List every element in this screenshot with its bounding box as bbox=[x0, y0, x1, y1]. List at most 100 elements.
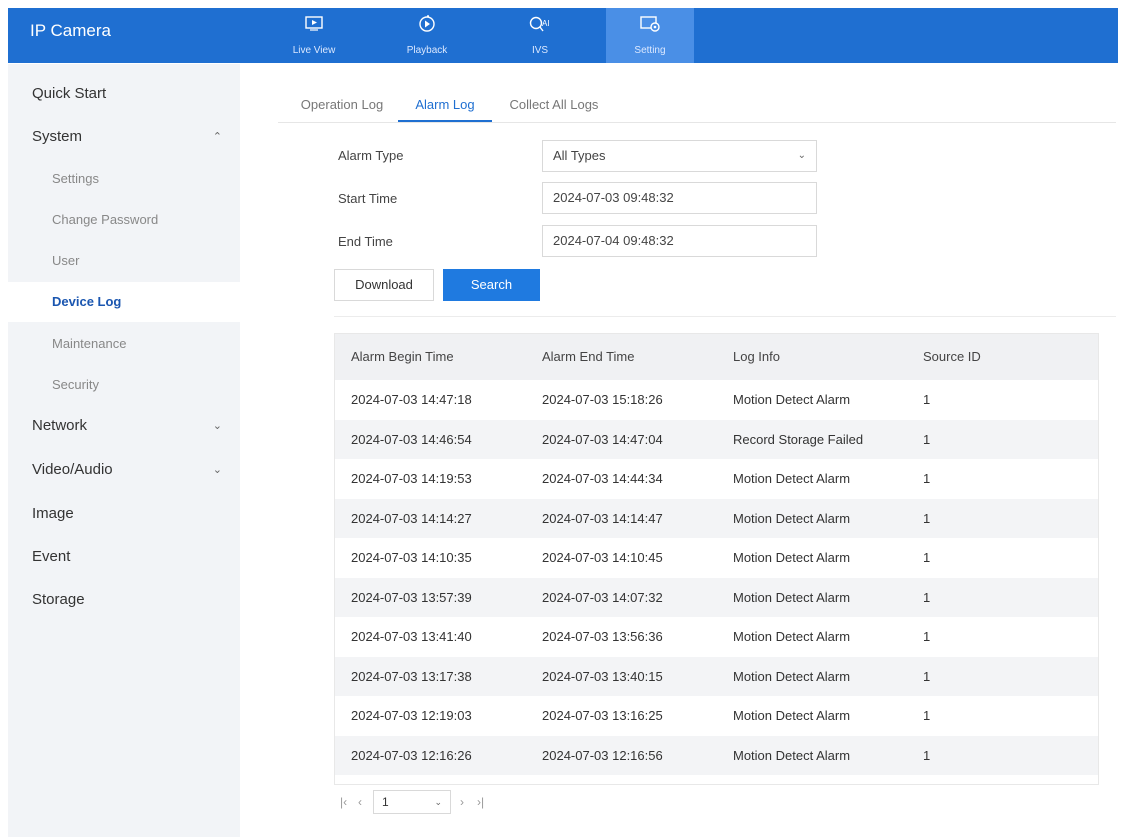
table-row: 2024-07-03 14:46:54 2024-07-03 14:47:04 Re… bbox=[335, 419, 1098, 459]
chevron-down-icon: ⌄ bbox=[434, 797, 442, 807]
sidebar-item-label: User bbox=[52, 253, 80, 268]
cell-end: 2024-07-03 15:18:26 bbox=[542, 392, 663, 407]
cell-source: 1 bbox=[923, 550, 931, 565]
column-header-source: Source ID bbox=[923, 349, 981, 364]
cell-source: 1 bbox=[923, 747, 931, 763]
sidebar-item-settings[interactable]: Settings bbox=[8, 159, 240, 199]
page-number: 1 bbox=[382, 795, 389, 809]
end-time-field[interactable]: 2024-07-04 09:48:32 bbox=[542, 225, 817, 257]
sidebar-item-label: Video/Audio bbox=[32, 461, 113, 478]
sidebar-item-storage[interactable]: Storage bbox=[8, 580, 240, 620]
sidebar-item-maintenance[interactable]: Maintenance bbox=[8, 324, 240, 364]
end-time-label: End Time bbox=[338, 234, 393, 249]
last-page-icon[interactable]: ›| bbox=[477, 790, 484, 814]
tab-setting[interactable]: Setting bbox=[606, 8, 694, 63]
table-row: 2024-07-03 14:47:18 2024-07-03 15:18:26 Mo… bbox=[335, 380, 1098, 420]
start-time-value: 2024-07-03 09:48:32 bbox=[553, 190, 674, 205]
sidebar-item-label: Maintenance bbox=[52, 336, 127, 351]
sidebar-item-label: Device Log bbox=[52, 294, 122, 309]
chevron-down-icon: ⌄ bbox=[212, 420, 222, 432]
cell-info: Motion Detect Alarm bbox=[733, 747, 851, 763]
cell-info: Motion Detect Alarm bbox=[733, 471, 851, 486]
next-page-icon[interactable]: › bbox=[460, 790, 464, 814]
table-row: 2024-07-03 14:19:53 2024-07-03 14:44:34 Mo… bbox=[335, 459, 1098, 499]
alarm-type-select[interactable]: All Types ⌄ bbox=[542, 140, 817, 172]
sidebar-item-event[interactable]: Event bbox=[8, 537, 240, 577]
sidebar-item-label: Quick Start bbox=[32, 85, 107, 102]
sidebar-item-label: Network bbox=[32, 417, 88, 434]
tab-live-view[interactable]: Live View bbox=[270, 8, 358, 63]
tab-ivs[interactable]: AI IVS bbox=[496, 8, 584, 63]
table-row: 2024-07-03 12:16:26 2024-07-03 12:16:56 Mo… bbox=[335, 735, 1098, 775]
sidebar-item-image[interactable]: Image bbox=[8, 494, 240, 534]
cell-begin: 2024-07-03 14:46:54 bbox=[351, 431, 472, 447]
start-time-field[interactable]: 2024-07-03 09:48:32 bbox=[542, 182, 817, 214]
cell-info: Record Storage Failed bbox=[733, 431, 864, 447]
cell-end: 2024-07-03 14:44:34 bbox=[542, 471, 663, 486]
tab-alarm-log[interactable]: Alarm Log bbox=[398, 90, 492, 122]
tab-playback-label: Playback bbox=[406, 45, 448, 56]
sidebar-item-network[interactable]: Network ⌄ bbox=[8, 406, 240, 446]
search-button[interactable]: Search bbox=[443, 269, 540, 301]
tab-collect-all-logs[interactable]: Collect All Logs bbox=[500, 90, 608, 122]
app-title: IP Camera bbox=[30, 21, 111, 40]
cell-begin: 2024-07-03 13:17:38 bbox=[351, 668, 472, 684]
cell-end: 2024-07-03 12:16:56 bbox=[542, 747, 663, 763]
sidebar-item-label: Image bbox=[32, 505, 74, 522]
column-header-begin: Alarm Begin Time bbox=[351, 349, 454, 364]
cell-info: Motion Detect Alarm bbox=[733, 589, 851, 605]
table-header: Alarm Begin Time Alarm End Time Log Info… bbox=[335, 334, 1098, 380]
sidebar-item-device-log[interactable]: Device Log bbox=[8, 282, 240, 322]
column-header-info: Log Info bbox=[733, 349, 780, 364]
tab-live-view-label: Live View bbox=[292, 45, 336, 56]
sidebar-item-label: System bbox=[32, 128, 83, 145]
cell-info: Motion Detect Alarm bbox=[733, 708, 851, 723]
setting-icon bbox=[606, 15, 694, 35]
log-tabs: Operation Log Alarm Log Collect All Logs bbox=[278, 90, 1116, 123]
sidebar-item-system[interactable]: System ⌃ bbox=[8, 117, 240, 157]
sidebar-item-change-password[interactable]: Change Password bbox=[8, 200, 240, 240]
download-button[interactable]: Download bbox=[334, 269, 434, 301]
cell-source: 1 bbox=[923, 708, 931, 723]
cell-begin: 2024-07-03 14:47:18 bbox=[351, 392, 472, 407]
tab-playback[interactable]: Playback bbox=[383, 8, 471, 63]
start-time-label: Start Time bbox=[338, 191, 398, 206]
divider bbox=[334, 316, 1116, 317]
cell-begin: 2024-07-03 14:14:27 bbox=[351, 510, 472, 526]
cell-end: 2024-07-03 14:47:04 bbox=[542, 431, 663, 447]
sidebar-item-user[interactable]: User bbox=[8, 241, 240, 281]
first-page-icon[interactable]: |‹ bbox=[340, 790, 347, 814]
sidebar-item-security[interactable]: Security bbox=[8, 365, 240, 405]
table-row: 2024-07-03 13:17:38 2024-07-03 13:40:15 Mo… bbox=[335, 656, 1098, 696]
cell-source: 1 bbox=[923, 471, 931, 486]
table-row: 2024-07-03 14:10:35 2024-07-03 14:10:45 Mo… bbox=[335, 538, 1098, 578]
table-row: 2024-07-03 14:14:27 2024-07-03 14:14:47 Mo… bbox=[335, 498, 1098, 538]
cell-info: Motion Detect Alarm bbox=[733, 392, 851, 407]
prev-page-icon[interactable]: ‹ bbox=[358, 790, 362, 814]
sidebar-item-quick-start[interactable]: Quick Start bbox=[8, 74, 240, 114]
table-row: 2024-07-03 13:57:39 2024-07-03 14:07:32 Mo… bbox=[335, 577, 1098, 617]
sidebar-item-label: Settings bbox=[52, 171, 99, 186]
tab-setting-label: Setting bbox=[634, 45, 666, 56]
alarm-log-table: Alarm Begin Time Alarm End Time Log Info… bbox=[334, 333, 1099, 785]
chevron-down-icon: ⌄ bbox=[797, 150, 806, 161]
svg-text:AI: AI bbox=[542, 19, 550, 28]
sidebar-item-label: Event bbox=[32, 548, 71, 565]
sidebar-item-video-audio[interactable]: Video/Audio ⌄ bbox=[8, 450, 240, 490]
cell-end: 2024-07-03 14:07:32 bbox=[542, 589, 663, 605]
cell-source: 1 bbox=[923, 668, 931, 684]
live-view-icon bbox=[270, 15, 358, 35]
cell-end: 2024-07-03 14:10:45 bbox=[542, 550, 663, 565]
sidebar-item-label: Storage bbox=[32, 591, 85, 608]
cell-begin: 2024-07-03 13:57:39 bbox=[351, 589, 472, 605]
cell-end: 2024-07-03 13:40:15 bbox=[542, 668, 663, 684]
cell-source: 1 bbox=[923, 392, 931, 407]
page-select[interactable]: 1 ⌄ bbox=[373, 790, 451, 814]
tab-operation-log[interactable]: Operation Log bbox=[286, 90, 398, 122]
table-row: 2024-07-03 12:19:03 2024-07-03 13:16:25 Mo… bbox=[335, 696, 1098, 736]
cell-info: Motion Detect Alarm bbox=[733, 629, 851, 644]
cell-info: Motion Detect Alarm bbox=[733, 668, 851, 684]
cell-source: 1 bbox=[923, 431, 931, 447]
column-header-end: Alarm End Time bbox=[542, 349, 635, 364]
playback-icon bbox=[383, 15, 471, 35]
